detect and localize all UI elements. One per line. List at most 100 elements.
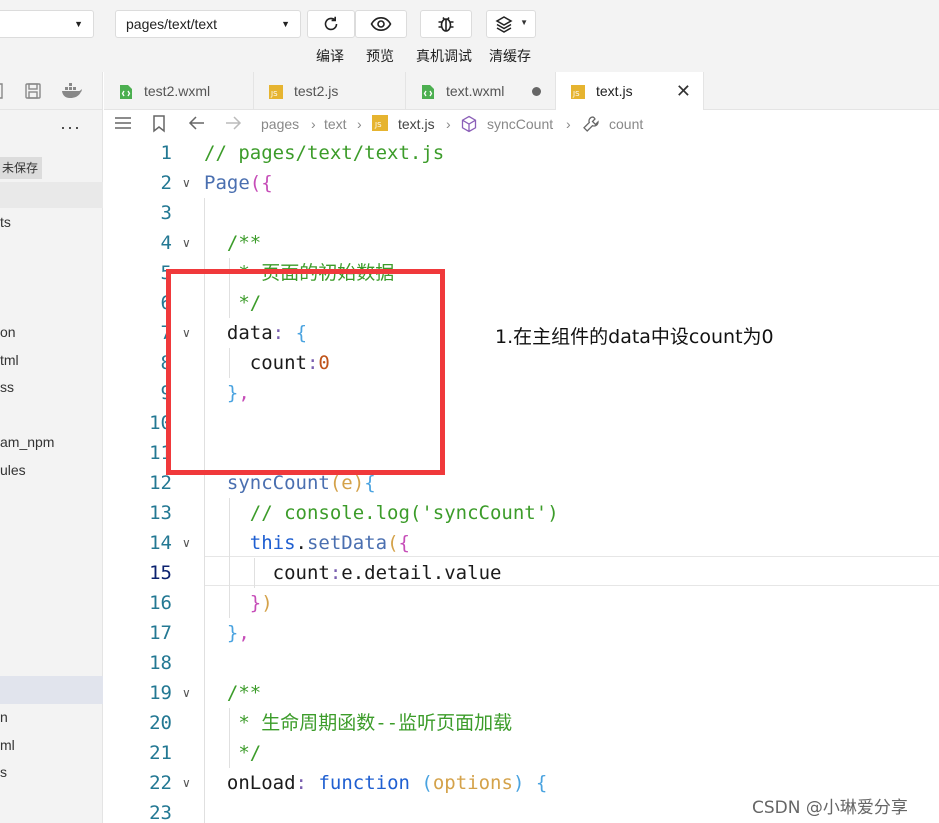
wxml-file-icon — [422, 85, 434, 99]
tab-test2-js[interactable]: JS test2.js — [254, 72, 406, 110]
code-line: }, — [226, 622, 250, 644]
bookmark-icon[interactable] — [152, 115, 166, 133]
debug-label: 真机调试 — [416, 48, 472, 64]
breadcrumb-item[interactable]: text.js — [398, 116, 435, 132]
code-editor[interactable]: 1 2 3 4 5 6 7 8 9 10 11 12 13 14 15 16 1… — [104, 138, 939, 823]
forward-arrow-icon[interactable] — [224, 115, 242, 131]
watermark: CSDN @小琳爱分享 — [752, 798, 908, 818]
line-number: 3 — [160, 202, 172, 224]
breadcrumb-item[interactable]: pages — [261, 116, 299, 132]
chevron-right-icon: › — [311, 116, 316, 132]
code-line: * 生命周期函数--监听页面加载 — [238, 712, 513, 734]
list-item[interactable]: ml — [0, 737, 15, 753]
fold-chevron-icon[interactable]: ∨ — [182, 528, 191, 558]
list-item[interactable]: n — [0, 709, 8, 725]
tab-text-js[interactable]: JS text.js ✕ — [556, 72, 704, 111]
compile-button[interactable] — [307, 10, 355, 38]
docker-icon[interactable] — [61, 82, 83, 100]
fold-chevron-icon[interactable]: ∨ — [182, 228, 191, 258]
breadcrumb-item[interactable]: syncCount — [487, 116, 553, 132]
tab-label: text.wxml — [446, 83, 505, 99]
list-item[interactable]: tml — [0, 352, 19, 368]
line-number: 11 — [149, 442, 172, 464]
close-icon[interactable]: ✕ — [676, 72, 691, 110]
list-item[interactable]: ts — [0, 214, 11, 230]
line-number-current: 15 — [149, 562, 172, 584]
debug-button[interactable] — [420, 10, 472, 38]
fold-chevron-icon[interactable]: ∨ — [182, 768, 191, 798]
code-line: }) — [249, 592, 273, 614]
compile-label: 编译 — [316, 48, 344, 64]
section-divider — [0, 182, 103, 208]
line-number: 1 — [160, 142, 172, 164]
svg-text:JS: JS — [374, 121, 382, 129]
modified-dot-icon — [532, 87, 541, 96]
code-line: /** — [226, 232, 262, 254]
chevron-down-icon: ▼ — [281, 19, 290, 29]
cube-icon — [461, 115, 477, 133]
svg-text:JS: JS — [572, 90, 580, 98]
line-number: 2 — [160, 172, 172, 194]
code-line: onLoad: function (options) { — [226, 772, 548, 794]
line-number: 12 — [149, 472, 172, 494]
chevron-down-icon: ▼ — [74, 19, 83, 29]
more-icon[interactable]: ··· — [60, 117, 81, 138]
line-number: 19 — [149, 682, 172, 704]
page-path-value: pages/text/text — [126, 16, 218, 32]
layers-icon — [495, 16, 513, 33]
code-line: */ — [238, 742, 262, 764]
chevron-right-icon: › — [446, 116, 451, 132]
list-icon[interactable] — [114, 115, 132, 131]
file-icon[interactable] — [0, 82, 4, 100]
wxml-file-icon — [120, 85, 132, 99]
list-item[interactable]: am_npm — [0, 434, 54, 450]
list-item[interactable]: on — [0, 324, 16, 340]
code-line: this.setData({ — [249, 532, 410, 554]
list-item[interactable]: ss — [0, 379, 14, 395]
wrench-icon — [583, 116, 599, 132]
line-number: 13 — [149, 502, 172, 524]
selected-list-item[interactable] — [0, 676, 103, 704]
preview-button[interactable] — [355, 10, 407, 38]
line-number: 21 — [149, 742, 172, 764]
eye-icon — [370, 16, 392, 32]
clear-cache-button[interactable]: ▼ — [486, 10, 536, 38]
tab-label: test2.wxml — [144, 83, 211, 99]
line-number: 5 — [160, 262, 172, 284]
line-number: 17 — [149, 622, 172, 644]
js-file-icon: JS — [571, 85, 585, 99]
line-number: 6 — [160, 292, 172, 314]
refresh-icon — [324, 16, 338, 31]
code-line: count:e.detail.value — [272, 562, 502, 584]
breadcrumb-item[interactable]: text — [324, 116, 347, 132]
breadcrumb-item[interactable]: count — [609, 116, 643, 132]
fold-chevron-icon[interactable]: ∨ — [182, 678, 191, 708]
line-number: 18 — [149, 652, 172, 674]
code-line: // console.log('syncCount') — [249, 502, 559, 524]
line-number: 20 — [149, 712, 172, 734]
chevron-right-icon: › — [357, 116, 362, 132]
tab-text-wxml[interactable]: text.wxml — [406, 72, 556, 110]
list-item[interactable]: ules — [0, 462, 26, 478]
top-toolbar: ▼ pages/text/text ▼ ▼ 编译 预览 真机调试 清缓存 — [0, 0, 939, 72]
list-item[interactable]: s — [0, 764, 7, 780]
preview-label: 预览 — [366, 48, 394, 64]
tab-label: text.js — [596, 83, 633, 99]
page-path-select[interactable]: pages/text/text ▼ — [115, 10, 301, 38]
clear-cache-label: 清缓存 — [489, 48, 531, 64]
save-icon[interactable] — [24, 82, 42, 100]
line-number: 23 — [149, 802, 172, 823]
fold-chevron-icon[interactable]: ∨ — [182, 168, 191, 198]
js-file-icon: JS — [269, 85, 283, 99]
tab-test2-wxml[interactable]: test2.wxml — [104, 72, 254, 110]
code-line: /** — [226, 682, 262, 704]
mode-select[interactable]: ▼ — [0, 10, 94, 38]
breadcrumb: pages › text › JS text.js › syncCount › … — [104, 110, 939, 138]
chevron-right-icon: › — [566, 116, 571, 132]
line-number: 8 — [160, 352, 172, 374]
back-arrow-icon[interactable] — [188, 115, 206, 131]
line-number: 16 — [149, 592, 172, 614]
tab-label: test2.js — [294, 83, 339, 99]
line-number: 4 — [160, 232, 172, 254]
editor-tabs: test2.wxml JS test2.js text.wxml JS text… — [104, 72, 939, 111]
